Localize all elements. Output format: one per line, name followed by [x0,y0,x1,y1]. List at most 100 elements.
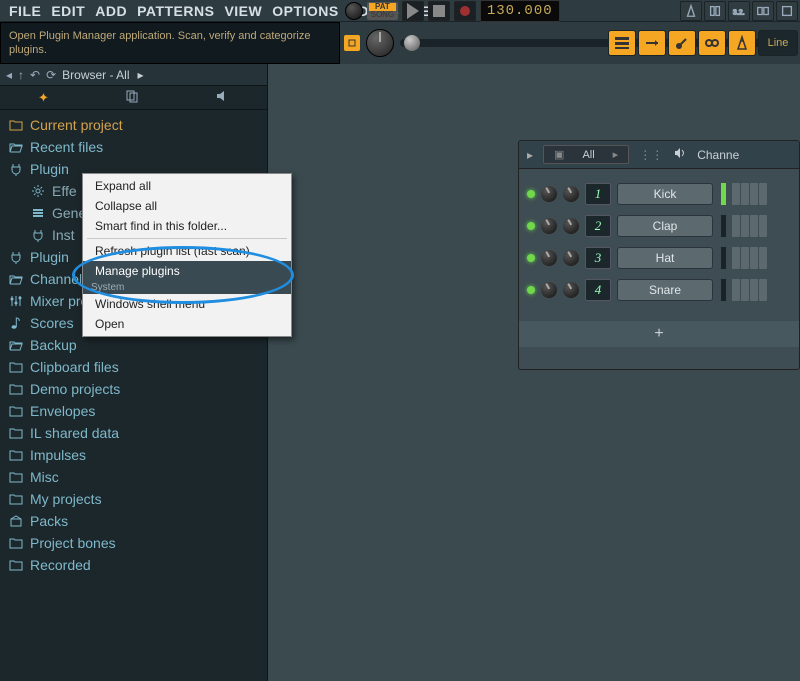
step-cell[interactable] [741,183,749,205]
channel-select-bar[interactable] [721,279,726,301]
metronome-icon[interactable] [680,1,702,21]
menu-edit[interactable]: EDIT [46,3,90,19]
channel-select-bar[interactable] [721,183,726,205]
menu-options[interactable]: OPTIONS [267,3,344,19]
step-cell[interactable] [750,247,758,269]
menu-file[interactable]: FILE [4,3,46,19]
channel-rack-window[interactable]: ▸ ▣ All ▸ ⋮⋮ Channe 1Kick2Clap3Hat4Snare… [518,140,800,370]
browser-dropdown-icon[interactable]: ▸ [138,68,144,82]
piano-roll-view-icon[interactable] [638,30,666,56]
tree-item-recorded[interactable]: Recorded [8,554,267,576]
tree-item-clipboard-files[interactable]: Clipboard files [8,356,267,378]
add-channel-button[interactable]: + [519,321,799,347]
channel-button[interactable]: Snare [617,279,713,301]
snap-selector[interactable]: Line [758,30,798,56]
channel-select-bar[interactable] [721,215,726,237]
step-sequencer[interactable] [732,215,767,237]
channel-rack-view-icon[interactable] [668,30,696,56]
channel-select-bar[interactable] [721,247,726,269]
browser-back-icon[interactable]: ↶ [30,68,40,82]
browser-view-icon[interactable] [728,30,756,56]
step-sequencer[interactable] [732,279,767,301]
menu-add[interactable]: ADD [90,3,132,19]
step-cell[interactable] [759,247,767,269]
channel-mute-led[interactable] [527,254,535,262]
step-cell[interactable] [732,183,740,205]
channel-pan-knob[interactable] [541,250,557,266]
channel-pan-knob[interactable] [541,186,557,202]
grip-icon[interactable]: ⋮⋮ [639,148,663,162]
step-cell[interactable] [759,279,767,301]
step-cell[interactable] [759,215,767,237]
tree-item-packs[interactable]: Packs [8,510,267,532]
tree-item-il-shared-data[interactable]: IL shared data [8,422,267,444]
master-pitch-knob[interactable] [366,29,394,57]
context-item-refresh-plugin-list-fast-scan-[interactable]: Refresh plugin list (fast scan) [83,241,291,261]
channel-volume-knob[interactable] [563,186,579,202]
tree-item-demo-projects[interactable]: Demo projects [8,378,267,400]
browser-copy-icon[interactable] [125,89,139,106]
tree-item-misc[interactable]: Misc [8,466,267,488]
menu-view[interactable]: VIEW [219,3,267,19]
context-item-collapse-all[interactable]: Collapse all [83,196,291,216]
channel-volume-knob[interactable] [563,282,579,298]
tree-item-current-project[interactable]: Current project [8,114,267,136]
tree-item-impulses[interactable]: Impulses [8,444,267,466]
channel-volume-knob[interactable] [563,250,579,266]
channel-button[interactable]: Kick [617,183,713,205]
snap-toggle[interactable] [344,35,360,51]
browser-sort-icon[interactable]: ✦ [38,90,49,106]
step-sequencer[interactable] [732,247,767,269]
channel-number[interactable]: 4 [585,279,611,301]
context-item-windows-shell-menu[interactable]: Windows shell menu [83,294,291,314]
overdub-icon[interactable] [752,1,774,21]
context-item-smart-find-in-this-folder-[interactable]: Smart find in this folder... [83,216,291,236]
record-button[interactable] [454,1,476,21]
channel-button[interactable]: Clap [617,215,713,237]
tree-item-envelopes[interactable]: Envelopes [8,400,267,422]
rack-play-icon[interactable]: ▸ [527,148,533,162]
step-cell[interactable] [732,247,740,269]
browser-collapse-icon[interactable]: ◂ [6,68,12,82]
channel-pan-knob[interactable] [541,218,557,234]
pat-song-switch[interactable]: PAT SONG [367,2,398,20]
channel-mute-led[interactable] [527,222,535,230]
loop-rec-icon[interactable] [776,1,798,21]
menu-patterns[interactable]: PATTERNS [132,3,219,19]
channel-number[interactable]: 1 [585,183,611,205]
play-button[interactable] [402,1,424,21]
channel-mute-led[interactable] [527,286,535,294]
tree-item-my-projects[interactable]: My projects [8,488,267,510]
context-item-open[interactable]: Open [83,314,291,334]
step-cell[interactable] [741,247,749,269]
step-cell[interactable] [741,215,749,237]
step-cell[interactable] [759,183,767,205]
tree-item-backup[interactable]: Backup [8,334,267,356]
browser-up-arrow-icon[interactable]: ↑ [18,68,24,82]
step-cell[interactable] [732,215,740,237]
wait-icon[interactable] [704,1,726,21]
tempo-display[interactable]: 130.000 [480,0,560,22]
step-cell[interactable] [750,215,758,237]
channel-mute-led[interactable] [527,190,535,198]
volume-knob[interactable] [345,2,363,20]
channel-button[interactable]: Hat [617,247,713,269]
step-cell[interactable] [732,279,740,301]
mixer-view-icon[interactable] [698,30,726,56]
step-sequencer[interactable] [732,183,767,205]
context-item-manage-plugins[interactable]: Manage plugins [83,261,291,281]
step-cell[interactable] [750,183,758,205]
channel-number[interactable]: 2 [585,215,611,237]
tree-item-recent-files[interactable]: Recent files [8,136,267,158]
tree-item-project-bones[interactable]: Project bones [8,532,267,554]
browser-mute-icon[interactable] [215,89,229,106]
step-cell[interactable] [750,279,758,301]
context-item-expand-all[interactable]: Expand all [83,176,291,196]
step-cell[interactable] [741,279,749,301]
stop-button[interactable] [428,1,450,21]
channel-number[interactable]: 3 [585,247,611,269]
browser-refresh-icon[interactable]: ⟳ [46,68,56,82]
channel-volume-knob[interactable] [563,218,579,234]
rack-filter-selector[interactable]: ▣ All ▸ [543,145,629,164]
countdown-icon[interactable]: 3.2. [728,1,750,21]
